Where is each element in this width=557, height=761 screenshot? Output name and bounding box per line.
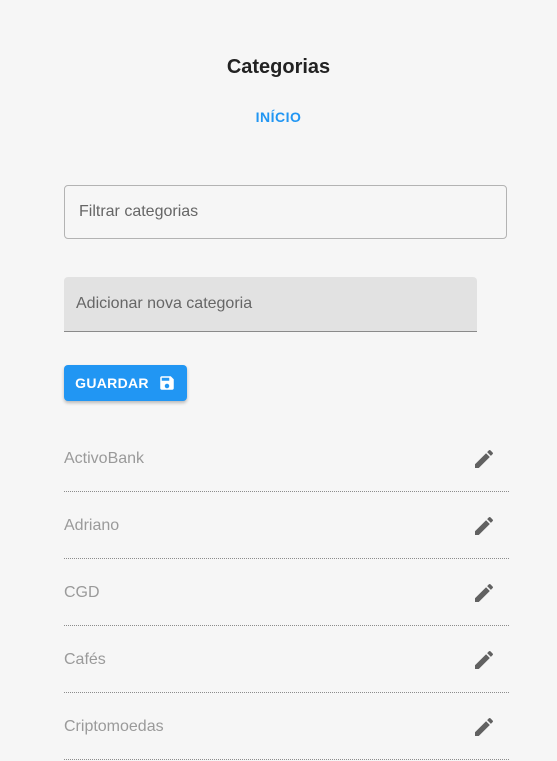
pencil-icon[interactable] — [472, 648, 496, 672]
filter-field — [64, 185, 507, 239]
category-name: Criptomoedas — [64, 717, 164, 735]
new-category-field — [64, 277, 477, 332]
pencil-icon[interactable] — [472, 715, 496, 739]
category-item: Criptomoedas — [64, 694, 509, 760]
filter-input[interactable] — [65, 186, 506, 238]
pencil-icon[interactable] — [472, 581, 496, 605]
category-name: Cafés — [64, 650, 106, 668]
save-button-label: GUARDAR — [75, 375, 149, 391]
pencil-icon[interactable] — [472, 514, 496, 538]
category-item: Cafés — [64, 627, 509, 693]
page-title: Categorias — [226, 56, 331, 78]
category-item: CGD — [64, 560, 509, 626]
category-list: ActivoBank Adriano CGD Cafés Criptomoeda… — [64, 426, 509, 761]
new-category-input[interactable] — [64, 277, 477, 331]
pencil-icon[interactable] — [472, 447, 496, 471]
save-button[interactable]: GUARDAR — [64, 365, 187, 401]
category-item: ActivoBank — [64, 426, 509, 492]
category-item: Adriano — [64, 493, 509, 559]
category-name: ActivoBank — [64, 449, 145, 467]
save-icon — [158, 374, 176, 392]
category-name: CGD — [64, 583, 100, 601]
category-name: Adriano — [64, 516, 120, 534]
home-link[interactable]: INÍCIO — [0, 107, 557, 127]
